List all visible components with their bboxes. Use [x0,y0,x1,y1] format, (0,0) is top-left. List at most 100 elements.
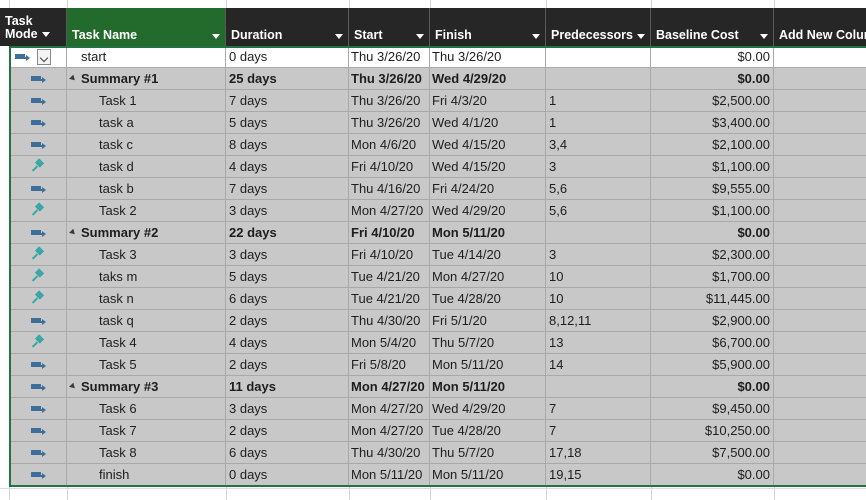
start-date-cell[interactable]: Thu 3/26/20 [349,46,430,67]
task-row[interactable]: task n 6 days Tue 4/21/20 Tue 4/28/20 10 $11,… [9,288,866,310]
finish-date-cell[interactable]: Mon 5/11/20 [430,376,546,397]
start-date-cell[interactable]: Thu 3/26/20 [349,68,430,89]
task-name-cell[interactable]: start [67,46,226,67]
task-row[interactable]: task c 8 days Mon 4/6/20 Wed 4/15/20 3,4 $2,1… [9,134,866,156]
start-date-cell[interactable]: Fri 4/10/20 [349,156,430,177]
add-new-column-cell[interactable] [774,266,866,287]
collapse-triangle-icon[interactable] [69,74,77,83]
task-row[interactable]: Task 6 3 days Mon 4/27/20 Wed 4/29/20 7 $9,45… [9,398,866,420]
task-row[interactable]: Task 4 4 days Mon 5/4/20 Thu 5/7/20 13 $6,700… [9,332,866,354]
task-mode-cell[interactable] [9,68,67,89]
baseline-cost-cell[interactable]: $0.00 [651,46,774,67]
baseline-cost-cell[interactable]: $0.00 [651,464,774,485]
add-new-column-cell[interactable] [774,464,866,485]
finish-date-cell[interactable]: Fri 4/24/20 [430,178,546,199]
dropdown-arrow-icon[interactable] [416,34,424,39]
predecessors-cell[interactable]: 14 [546,354,651,375]
dropdown-arrow-icon[interactable] [41,32,50,38]
predecessors-cell[interactable]: 10 [546,266,651,287]
start-date-cell[interactable]: Thu 4/30/20 [349,442,430,463]
finish-date-cell[interactable]: Mon 4/27/20 [430,266,546,287]
start-date-cell[interactable]: Mon 4/27/20 [349,398,430,419]
dropdown-arrow-icon[interactable] [637,34,645,39]
collapse-triangle-icon[interactable] [69,228,77,237]
add-new-column-cell[interactable] [774,398,866,419]
task-row[interactable]: start 0 days Thu 3/26/20 Thu 3/26/20 $0.00 [9,46,866,68]
dropdown-arrow-icon[interactable] [212,34,220,39]
add-new-column-cell[interactable] [774,178,866,199]
task-mode-cell[interactable] [9,398,67,419]
finish-date-cell[interactable]: Wed 4/15/20 [430,134,546,155]
baseline-cost-cell[interactable]: $11,445.00 [651,288,774,309]
finish-date-cell[interactable]: Tue 4/28/20 [430,420,546,441]
duration-cell[interactable]: 6 days [226,288,349,309]
duration-cell[interactable]: 2 days [226,310,349,331]
task-name-cell[interactable]: Task 2 [67,200,226,221]
predecessors-cell[interactable]: 3,4 [546,134,651,155]
predecessors-cell[interactable]: 5,6 [546,178,651,199]
column-header-duration[interactable]: Duration [226,8,349,46]
start-date-cell[interactable]: Fri 4/10/20 [349,244,430,265]
task-mode-cell[interactable] [9,46,67,67]
start-date-cell[interactable]: Tue 4/21/20 [349,266,430,287]
task-mode-cell[interactable] [9,112,67,133]
baseline-cost-cell[interactable]: $9,450.00 [651,398,774,419]
predecessors-cell[interactable]: 1 [546,90,651,111]
baseline-cost-cell[interactable]: $2,300.00 [651,244,774,265]
task-row[interactable]: taks m 5 days Tue 4/21/20 Mon 4/27/20 10 $1,7… [9,266,866,288]
task-mode-cell[interactable] [9,376,67,397]
task-mode-cell[interactable] [9,354,67,375]
task-name-cell[interactable]: Task 4 [67,332,226,353]
predecessors-cell[interactable]: 19,15 [546,464,651,485]
collapse-triangle-icon[interactable] [69,382,77,391]
duration-cell[interactable]: 3 days [226,200,349,221]
duration-cell[interactable]: 5 days [226,266,349,287]
predecessors-cell[interactable]: 5,6 [546,200,651,221]
add-new-column-cell[interactable] [774,200,866,221]
add-new-column-cell[interactable] [774,442,866,463]
baseline-cost-cell[interactable]: $2,900.00 [651,310,774,331]
predecessors-cell[interactable]: 3 [546,244,651,265]
column-header-task-mode[interactable]: Task Mode [0,8,67,46]
add-new-column-cell[interactable] [774,244,866,265]
task-mode-cell[interactable] [9,266,67,287]
task-name-cell[interactable]: Summary #2 [67,222,226,243]
finish-date-cell[interactable]: Mon 5/11/20 [430,464,546,485]
summary-task-row[interactable]: Summary #3 11 days Mon 4/27/20 Mon 5/11/20 $… [9,376,866,398]
predecessors-cell[interactable]: 7 [546,420,651,441]
finish-date-cell[interactable]: Fri 5/1/20 [430,310,546,331]
duration-cell[interactable]: 0 days [226,464,349,485]
task-row[interactable]: task a 5 days Thu 3/26/20 Wed 4/1/20 1 $3,400… [9,112,866,134]
baseline-cost-cell[interactable]: $2,100.00 [651,134,774,155]
add-new-column-cell[interactable] [774,420,866,441]
column-header-finish[interactable]: Finish [430,8,546,46]
task-row[interactable]: finish 0 days Mon 5/11/20 Mon 5/11/20 19,15 $… [9,464,866,486]
task-mode-cell[interactable] [9,156,67,177]
add-new-column-cell[interactable] [774,46,866,67]
finish-date-cell[interactable]: Wed 4/29/20 [430,68,546,89]
finish-date-cell[interactable]: Thu 3/26/20 [430,46,546,67]
baseline-cost-cell[interactable]: $0.00 [651,68,774,89]
baseline-cost-cell[interactable]: $0.00 [651,222,774,243]
finish-date-cell[interactable]: Wed 4/29/20 [430,398,546,419]
finish-date-cell[interactable]: Wed 4/1/20 [430,112,546,133]
task-mode-cell[interactable] [9,90,67,111]
duration-cell[interactable]: 11 days [226,376,349,397]
task-row[interactable]: task b 7 days Thu 4/16/20 Fri 4/24/20 5,6 $9,… [9,178,866,200]
summary-task-row[interactable]: Summary #2 22 days Fri 4/10/20 Mon 5/11/20 $… [9,222,866,244]
add-new-column-cell[interactable] [774,332,866,353]
finish-date-cell[interactable]: Tue 4/14/20 [430,244,546,265]
baseline-cost-cell[interactable]: $1,100.00 [651,156,774,177]
task-name-cell[interactable]: Summary #1 [67,68,226,89]
start-date-cell[interactable]: Mon 5/11/20 [349,464,430,485]
task-mode-cell[interactable] [9,310,67,331]
duration-cell[interactable]: 4 days [226,156,349,177]
duration-cell[interactable]: 3 days [226,244,349,265]
summary-task-row[interactable]: Summary #1 25 days Thu 3/26/20 Wed 4/29/20 $… [9,68,866,90]
add-new-column-cell[interactable] [774,354,866,375]
finish-date-cell[interactable]: Mon 5/11/20 [430,354,546,375]
baseline-cost-cell[interactable]: $5,900.00 [651,354,774,375]
dropdown-arrow-icon[interactable] [532,34,540,39]
finish-date-cell[interactable]: Wed 4/29/20 [430,200,546,221]
duration-cell[interactable]: 6 days [226,442,349,463]
